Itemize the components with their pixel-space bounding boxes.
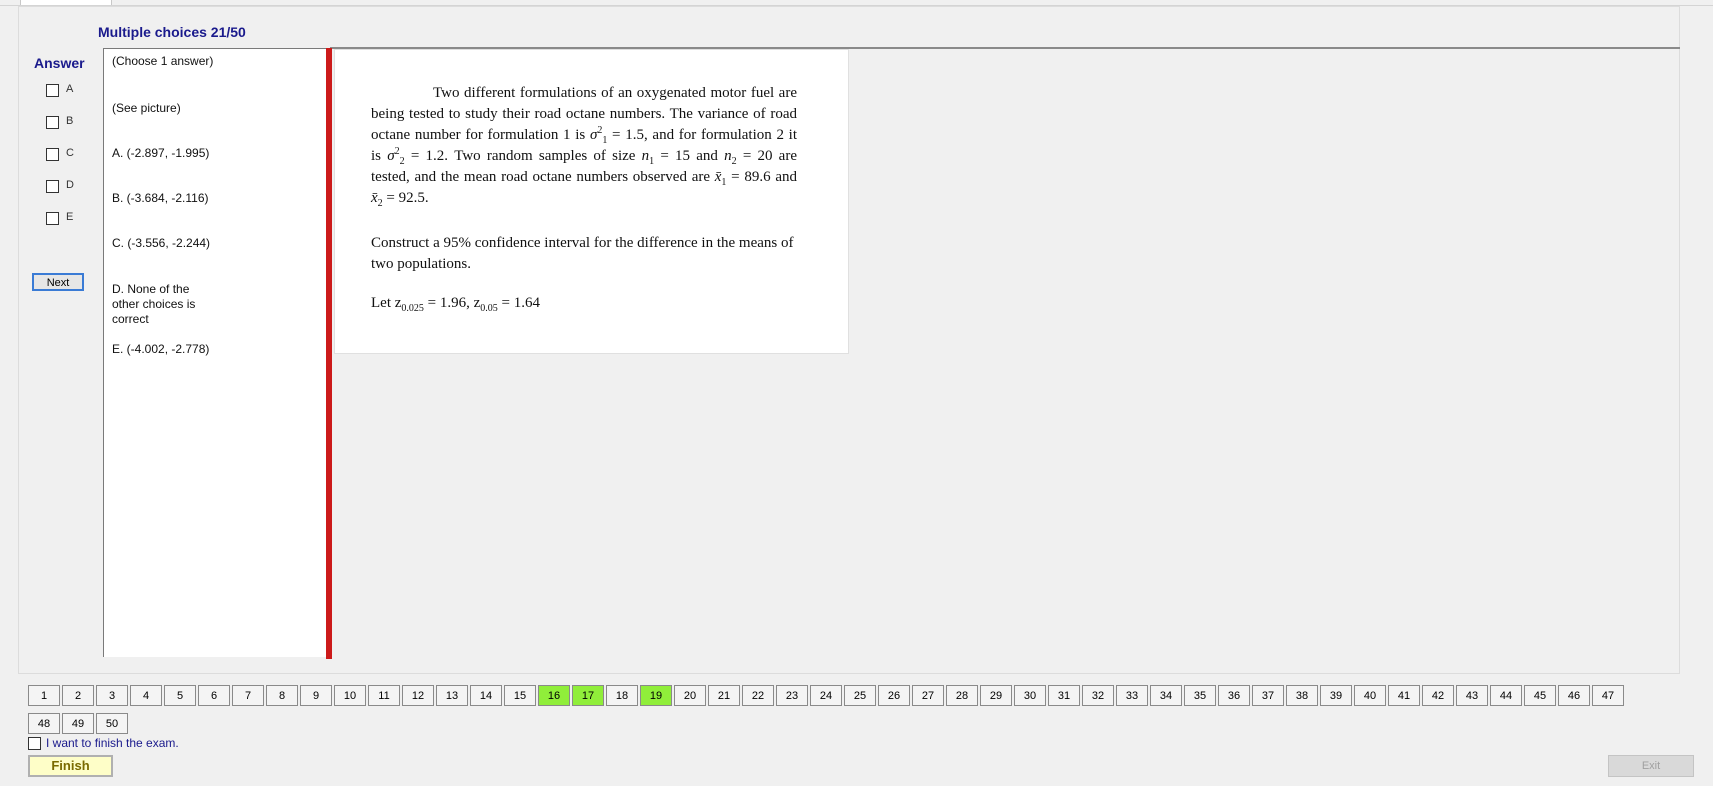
- finish-exam-label: I want to finish the exam.: [46, 736, 179, 750]
- question-nav-button[interactable]: 21: [708, 685, 740, 706]
- question-nav-button[interactable]: 40: [1354, 685, 1386, 706]
- choice-c-text: C. (-3.556, -2.244): [112, 236, 211, 250]
- checkbox[interactable]: [46, 212, 59, 225]
- checkbox[interactable]: [46, 180, 59, 193]
- section-title: Multiple choices 21/50: [98, 24, 246, 40]
- question-nav-button[interactable]: 33: [1116, 685, 1148, 706]
- choices-panel: (Choose 1 answer) (See picture) A. (-2.8…: [103, 48, 326, 657]
- question-nav-button[interactable]: 44: [1490, 685, 1522, 706]
- question-nav-button[interactable]: 6: [198, 685, 230, 706]
- question-nav-button[interactable]: 8: [266, 685, 298, 706]
- question-nav-button[interactable]: 49: [62, 713, 94, 734]
- question-nav-button[interactable]: 38: [1286, 685, 1318, 706]
- question-nav-button[interactable]: 41: [1388, 685, 1420, 706]
- question-nav-button[interactable]: 25: [844, 685, 876, 706]
- splitter-bar[interactable]: [326, 48, 332, 659]
- choice-b-text: B. (-3.684, -2.116): [112, 191, 209, 205]
- question-nav-button[interactable]: 29: [980, 685, 1012, 706]
- question-nav-button[interactable]: 36: [1218, 685, 1250, 706]
- exit-button[interactable]: Exit: [1608, 755, 1694, 777]
- option-label: C: [66, 147, 74, 159]
- question-nav-button[interactable]: 26: [878, 685, 910, 706]
- question-nav-button[interactable]: 20: [674, 685, 706, 706]
- question-nav-button[interactable]: 37: [1252, 685, 1284, 706]
- question-nav-button[interactable]: 16: [538, 685, 570, 706]
- question-nav-button[interactable]: 31: [1048, 685, 1080, 706]
- question-nav-button[interactable]: 15: [504, 685, 536, 706]
- question-nav-button[interactable]: 42: [1422, 685, 1454, 706]
- question-nav-button[interactable]: 23: [776, 685, 808, 706]
- option-label: A: [66, 83, 74, 95]
- question-nav-button[interactable]: 2: [62, 685, 94, 706]
- question-nav-button[interactable]: 13: [436, 685, 468, 706]
- question-nav-button[interactable]: 48: [28, 713, 60, 734]
- checkbox[interactable]: [46, 148, 59, 161]
- question-nav-button[interactable]: 34: [1150, 685, 1182, 706]
- question-nav-button[interactable]: 50: [96, 713, 128, 734]
- see-picture-note: (See picture): [112, 101, 181, 115]
- choose-instruction: (Choose 1 answer): [112, 54, 214, 68]
- question-nav-button[interactable]: 19: [640, 685, 672, 706]
- question-paragraph-1: Two different formulations of an oxygena…: [371, 85, 797, 209]
- question-nav-button[interactable]: 22: [742, 685, 774, 706]
- question-nav-button[interactable]: 45: [1524, 685, 1556, 706]
- choice-e-text: E. (-4.002, -2.778): [112, 342, 210, 356]
- question-nav-button[interactable]: 4: [130, 685, 162, 706]
- question-nav-button[interactable]: 7: [232, 685, 264, 706]
- question-nav-button[interactable]: 27: [912, 685, 944, 706]
- checkbox[interactable]: [28, 737, 41, 750]
- next-button[interactable]: Next: [32, 273, 84, 291]
- choice-d-text: D. None of the other choices is correct: [112, 282, 196, 326]
- question-nav-button[interactable]: 32: [1082, 685, 1114, 706]
- question-nav-button[interactable]: 3: [96, 685, 128, 706]
- question-picture: Two different formulations of an oxygena…: [334, 49, 849, 354]
- checkbox[interactable]: [46, 116, 59, 129]
- question-paragraph-2: Construct a 95% confidence interval for …: [371, 235, 794, 272]
- question-paragraph-3: Let z0.025 = 1.96, z0.05 = 1.64: [371, 295, 540, 314]
- option-label: B: [66, 115, 74, 127]
- choice-a-text: A. (-2.897, -1.995): [112, 146, 210, 160]
- question-nav-button[interactable]: 28: [946, 685, 978, 706]
- question-nav-button[interactable]: 1: [28, 685, 60, 706]
- option-label: D: [66, 179, 74, 191]
- question-nav-button[interactable]: 35: [1184, 685, 1216, 706]
- question-nav-button[interactable]: 18: [606, 685, 638, 706]
- question-nav-button[interactable]: 14: [470, 685, 502, 706]
- question-nav-button[interactable]: 39: [1320, 685, 1352, 706]
- question-nav-button[interactable]: 30: [1014, 685, 1046, 706]
- finish-button[interactable]: Finish: [28, 755, 113, 777]
- checkbox[interactable]: [46, 84, 59, 97]
- question-nav-button[interactable]: 43: [1456, 685, 1488, 706]
- question-nav-button[interactable]: 12: [402, 685, 434, 706]
- question-nav-button[interactable]: 17: [572, 685, 604, 706]
- option-label: E: [66, 211, 74, 223]
- question-nav-button[interactable]: 47: [1592, 685, 1624, 706]
- question-nav-button[interactable]: 5: [164, 685, 196, 706]
- question-nav-button[interactable]: 46: [1558, 685, 1590, 706]
- question-nav-button[interactable]: 10: [334, 685, 366, 706]
- answer-heading: Answer: [34, 55, 85, 71]
- question-nav-button[interactable]: 9: [300, 685, 332, 706]
- question-nav-button[interactable]: 11: [368, 685, 400, 706]
- question-nav-button[interactable]: 24: [810, 685, 842, 706]
